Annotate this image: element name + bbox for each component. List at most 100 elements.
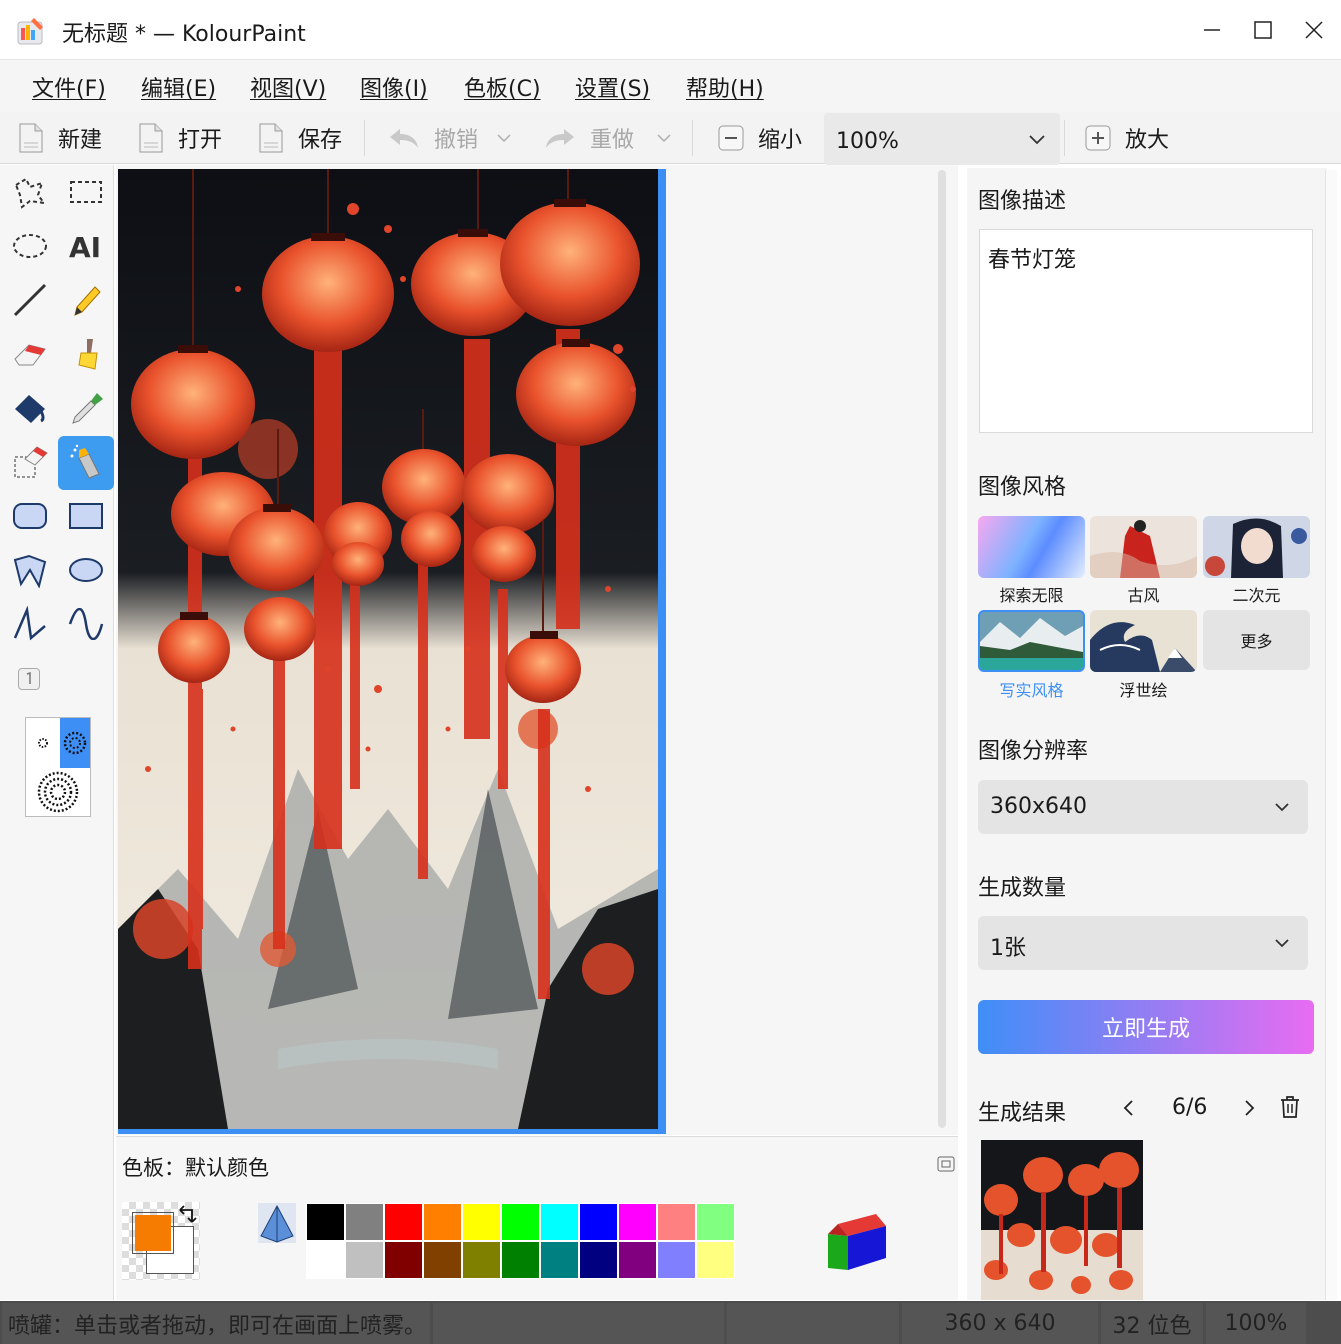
zoom-out-button[interactable]: 缩小 (718, 116, 802, 160)
spray-size-small[interactable] (26, 718, 60, 768)
description-input[interactable]: 春节灯笼 (979, 229, 1313, 433)
color-swatch[interactable] (579, 1203, 618, 1241)
spray-dot-medium-icon (63, 731, 87, 755)
style-realistic-label: 写实风格 (999, 681, 1064, 700)
style-realistic[interactable] (978, 610, 1085, 672)
color-swatch[interactable] (345, 1203, 384, 1241)
tool-color-picker[interactable] (64, 386, 108, 430)
color-swatch[interactable] (696, 1241, 735, 1279)
eraser-icon (14, 344, 46, 366)
color-swatch[interactable] (501, 1203, 540, 1241)
redo-button[interactable]: 重做 (544, 116, 672, 160)
result-delete-button[interactable] (1278, 1094, 1302, 1120)
tool-spraycan[interactable] (58, 436, 114, 490)
tool-rect-select[interactable] (64, 170, 108, 214)
zoom-in-button[interactable]: 放大 (1085, 116, 1169, 160)
color-swatch[interactable] (657, 1203, 696, 1241)
tool-free-select[interactable] (8, 170, 52, 214)
tool-rectangle[interactable] (64, 494, 108, 538)
tool-ellipse-select[interactable] (8, 224, 52, 268)
result-next-button[interactable] (1238, 1096, 1260, 1120)
menu-settings[interactable]: 设置(S) (575, 71, 650, 103)
color-swatch[interactable] (423, 1241, 462, 1279)
color-swatch[interactable] (306, 1203, 345, 1241)
zoom-select[interactable]: 100% (824, 113, 1060, 165)
toolbar-separator (1064, 120, 1065, 156)
color-swatch[interactable] (384, 1241, 423, 1279)
swap-colors-icon[interactable] (176, 1204, 200, 1228)
tool-eraser[interactable] (8, 332, 52, 376)
tool-brush[interactable] (64, 332, 108, 376)
canvas-image[interactable] (118, 169, 658, 1129)
tool-color-eraser[interactable] (8, 440, 52, 484)
resolution-select[interactable]: 360x640 (978, 780, 1308, 834)
tool-text[interactable]: AI (64, 224, 108, 268)
color-swatch[interactable] (540, 1241, 579, 1279)
close-button[interactable] (1297, 14, 1331, 46)
tool-rounded-rect[interactable] (8, 494, 52, 538)
tool-polyline[interactable] (8, 602, 52, 646)
window-title: 无标题 * — KolourPaint (62, 22, 306, 47)
undo-button[interactable]: 撤销 (388, 116, 512, 160)
maximize-button[interactable] (1246, 14, 1280, 46)
color-well[interactable] (122, 1202, 200, 1280)
color-swatch[interactable] (462, 1241, 501, 1279)
tool-curve[interactable] (64, 602, 108, 646)
toolbar-separator (364, 120, 365, 156)
open-button[interactable]: 打开 (138, 116, 222, 160)
canvas-scrollbar[interactable] (938, 170, 946, 1128)
color-swatch[interactable] (540, 1203, 579, 1241)
menu-file[interactable]: 文件(F) (32, 71, 106, 103)
color-swatch[interactable] (384, 1203, 423, 1241)
menu-colors[interactable]: 色板(C) (464, 71, 541, 103)
result-prev-button[interactable] (1118, 1096, 1140, 1120)
minimize-button[interactable] (1195, 14, 1229, 46)
status-selection-size (727, 1303, 899, 1344)
menu-help[interactable]: 帮助(H) (686, 71, 764, 103)
tool-line[interactable] (8, 278, 52, 322)
style-ancient[interactable] (1090, 516, 1197, 578)
color-swatch[interactable] (306, 1241, 345, 1279)
color-swatch[interactable] (618, 1241, 657, 1279)
color-swatch[interactable] (501, 1241, 540, 1279)
tool-ellipse[interactable] (64, 548, 108, 592)
kolourpaint-app-icon (16, 16, 46, 46)
color-swatch[interactable] (462, 1203, 501, 1241)
color-swatch[interactable] (696, 1203, 735, 1241)
save-button[interactable]: 保存 (258, 116, 342, 160)
text-tool-icon: AI (69, 231, 101, 262)
spray-size-medium[interactable] (60, 718, 90, 768)
ai-panel-scrollbar[interactable] (1325, 170, 1337, 1300)
foreground-color[interactable] (132, 1212, 174, 1254)
palette-float-button[interactable] (937, 1156, 955, 1172)
color-swatch[interactable] (423, 1203, 462, 1241)
style-more-button[interactable]: 更多 (1203, 610, 1310, 670)
tool-flood-fill[interactable] (8, 386, 52, 430)
chevron-left-icon (1123, 1100, 1133, 1116)
color-similarity-button[interactable] (257, 1202, 297, 1244)
line-tool-icon (13, 283, 47, 317)
spray-size-large[interactable] (26, 768, 90, 816)
count-select[interactable]: 1张 (978, 916, 1308, 970)
color-swatch[interactable] (345, 1241, 384, 1279)
result-label: 生成结果 (978, 1101, 1067, 1126)
color-swatch[interactable] (657, 1241, 696, 1279)
rounded-rect-icon (13, 503, 47, 529)
tool-options-toggle[interactable] (18, 668, 40, 690)
tool-pencil[interactable] (64, 278, 108, 322)
generate-button[interactable]: 立即生成 (978, 1000, 1314, 1054)
color-swatch[interactable] (618, 1203, 657, 1241)
new-button[interactable]: 新建 (18, 116, 102, 160)
menu-image[interactable]: 图像(I) (360, 71, 428, 103)
style-explore[interactable] (978, 516, 1085, 578)
style-ukiyoe[interactable] (1090, 610, 1197, 672)
menu-view[interactable]: 视图(V) (250, 71, 326, 103)
result-thumbnail[interactable] (981, 1140, 1143, 1300)
tool-polygon[interactable] (8, 548, 52, 592)
color-cube[interactable] (826, 1212, 888, 1274)
style-anime[interactable] (1203, 516, 1310, 578)
menu-edit[interactable]: 编辑(E) (141, 71, 216, 103)
curve-icon (68, 608, 104, 640)
undo-label: 撤销 (434, 128, 479, 153)
color-swatch[interactable] (579, 1241, 618, 1279)
